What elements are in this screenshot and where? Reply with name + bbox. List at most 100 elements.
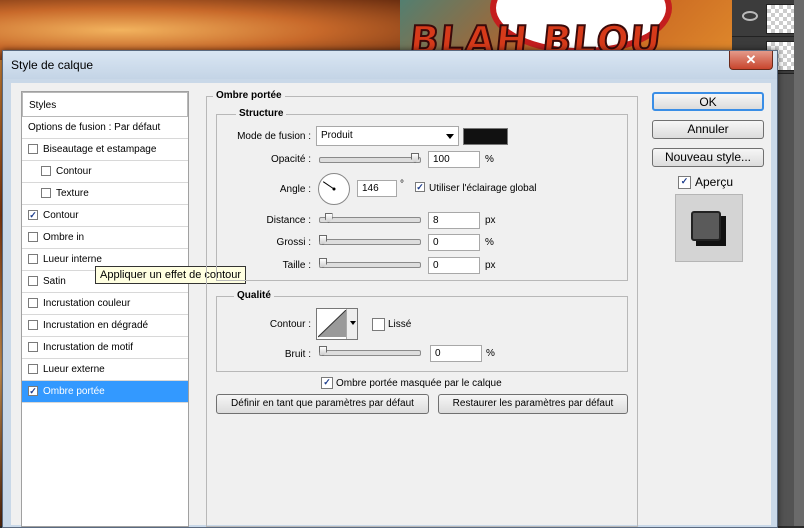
style-checkbox[interactable]: ✓ [28,386,38,396]
contour-picker[interactable] [316,308,358,340]
style-list-item-label: Texture [56,188,89,199]
ok-button[interactable]: OK [652,92,764,111]
style-list-item[interactable]: Contour [22,161,188,183]
angle-label: Angle : [279,184,311,195]
preview-label: Aperçu [695,175,734,189]
structure-title: Structure [236,108,287,119]
noise-input[interactable]: 0 [430,345,482,362]
drop-shadow-title: Ombre portée [213,90,285,101]
opacity-slider-thumb[interactable] [411,153,419,163]
opacity-unit: % [485,154,494,165]
style-list-item[interactable]: Lueur externe [22,359,188,381]
blend-mode-value: Produit [321,130,353,141]
size-unit: px [485,260,496,271]
style-list-item[interactable]: ✓ Contour [22,205,188,227]
spread-input[interactable]: 0 [428,234,480,251]
antialias-label: Lissé [388,319,412,330]
distance-label: Distance : [266,215,311,226]
size-slider[interactable] [319,258,421,268]
style-checkbox[interactable] [28,144,38,154]
style-list-item[interactable]: Texture [22,183,188,205]
shadow-color-swatch[interactable] [463,128,508,145]
cancel-button[interactable]: Annuler [652,120,764,139]
style-list-header-label: Styles [29,100,57,111]
noise-slider-thumb[interactable] [319,346,327,356]
style-list-item-label: Incrustation en dégradé [43,320,149,331]
opacity-slider[interactable] [319,153,421,163]
angle-dial-icon[interactable] [317,172,351,206]
contour-dropdown[interactable] [346,309,357,339]
quality-title: Qualité [234,290,274,301]
spread-unit: % [485,237,494,248]
style-list-item-label: Biseautage et estampage [43,144,157,155]
global-light-label: Utiliser l'éclairage global [429,183,537,194]
antialias-checkbox[interactable] [372,318,385,331]
style-list-item-label: Ombre portée [43,386,105,397]
style-checkbox[interactable] [28,276,38,286]
global-light-checkbox[interactable]: ✓ [415,182,425,192]
spread-label: Grossi : [276,237,311,248]
angle-unit: ° [400,179,404,190]
style-list-item[interactable]: Incrustation en dégradé [22,315,188,337]
size-label: Taille : [282,260,311,271]
eye-icon[interactable] [742,11,758,21]
chevron-down-icon [350,321,356,325]
style-list-item-label: Contour [43,210,79,221]
style-checkbox[interactable] [28,342,38,352]
style-list-item-label: Lueur interne [43,254,102,265]
knockout-label: Ombre portée masquée par le calque [336,378,502,389]
distance-slider[interactable] [319,213,421,223]
style-list-item[interactable]: Incrustation couleur [22,293,188,315]
opacity-input[interactable]: 100 [428,151,480,168]
layers-scrollbar[interactable] [794,0,804,526]
contour-curve-icon [318,310,347,338]
preview-shape [691,211,721,241]
style-list-item-label: Options de fusion : Par défaut [28,122,161,133]
style-checkbox[interactable] [28,232,38,242]
style-checkbox[interactable] [41,188,51,198]
noise-slider[interactable] [319,346,421,356]
contour-label: Contour : [269,319,311,330]
blend-mode-select[interactable]: Produit [316,126,459,146]
style-list-item[interactable]: Ombre in [22,227,188,249]
reset-default-button[interactable]: Restaurer les paramètres par défaut [438,394,628,414]
style-list-item[interactable]: ✓ Ombre portée [22,381,188,403]
style-list-item-label: Lueur externe [43,364,105,375]
style-list-header[interactable]: Styles [22,92,188,117]
distance-input[interactable]: 8 [428,212,480,229]
spread-slider-thumb[interactable] [319,235,327,245]
style-checkbox[interactable] [41,166,51,176]
style-checkbox[interactable]: ✓ [28,210,38,220]
blend-mode-label: Mode de fusion : [237,131,311,142]
close-icon[interactable]: ✕ [729,51,773,70]
style-checkbox[interactable] [28,320,38,330]
spread-slider[interactable] [319,235,421,245]
size-slider-thumb[interactable] [319,258,327,268]
style-list-item[interactable]: Biseautage et estampage [22,139,188,161]
noise-unit: % [486,348,495,359]
angle-input[interactable]: 146 [357,180,397,197]
new-style-button[interactable]: Nouveau style... [652,148,764,167]
noise-label: Bruit : [284,349,311,360]
style-list-item-label: Incrustation couleur [43,298,131,309]
style-checkbox[interactable] [28,298,38,308]
dialog-title: Style de calque [11,58,94,72]
chevron-down-icon [446,134,454,139]
preview-swatch [675,194,743,262]
preview-checkbox[interactable]: ✓ [678,176,691,189]
style-list-item[interactable]: Incrustation de motif [22,337,188,359]
style-checkbox[interactable] [28,364,38,374]
style-list: Styles Options de fusion : Par défaut Bis… [21,91,189,527]
style-list-item-label: Incrustation de motif [43,342,134,353]
style-list-item[interactable]: Options de fusion : Par défaut [22,117,188,139]
size-input[interactable]: 0 [428,257,480,274]
make-default-button[interactable]: Définir en tant que paramètres par défau… [216,394,429,414]
distance-slider-thumb[interactable] [324,213,333,223]
style-list-item-label: Contour [56,166,92,177]
knockout-checkbox[interactable]: ✓ [321,377,333,389]
dialog-titlebar[interactable]: Style de calque ✕ [3,51,777,79]
layer-style-dialog: Style de calque ✕ Styles Options de fusi… [2,50,778,528]
style-checkbox[interactable] [28,254,38,264]
dialog-body: Styles Options de fusion : Par défaut Bis… [11,83,771,527]
style-list-item-label: Ombre in [43,232,85,243]
